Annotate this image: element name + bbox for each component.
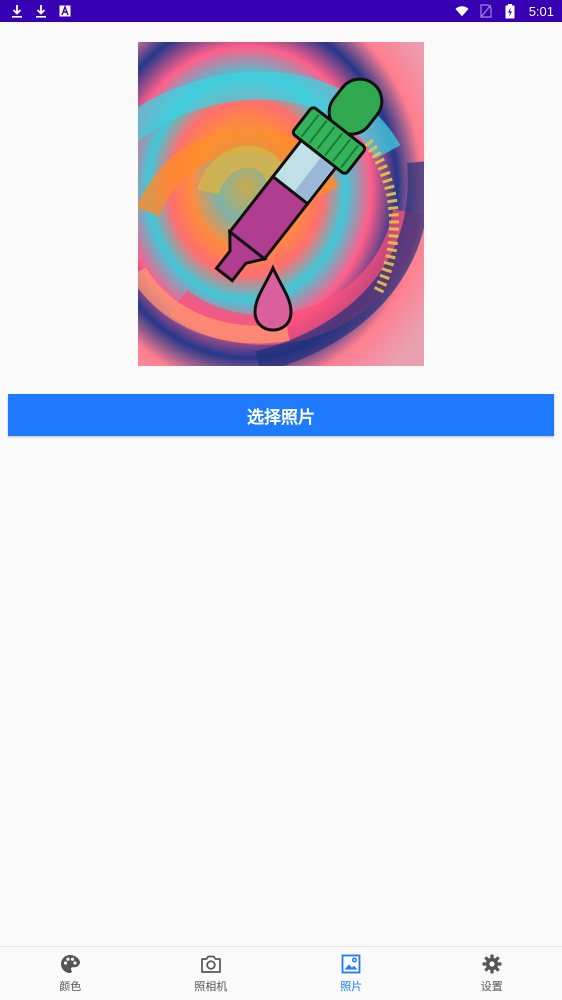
wifi-icon	[455, 4, 469, 18]
status-bar-left	[10, 4, 72, 18]
palette-icon	[59, 953, 81, 975]
download-icon	[34, 4, 48, 18]
font-a-icon	[58, 4, 72, 18]
nav-label-colors: 颜色	[59, 980, 82, 993]
image-icon	[340, 953, 362, 975]
battery-charging-icon	[503, 3, 517, 18]
select-photo-button[interactable]: 选择照片	[8, 394, 554, 436]
nav-item-colors[interactable]: 颜色	[0, 947, 141, 1000]
nav-item-settings[interactable]: 设置	[422, 947, 562, 1000]
gear-icon	[481, 953, 503, 975]
nav-label-photos: 照片	[340, 980, 363, 993]
download-icon	[10, 4, 24, 18]
status-time: 5:01	[528, 3, 554, 19]
nav-item-photos[interactable]: 照片	[281, 947, 422, 1000]
status-bar-right: 5:01	[455, 3, 554, 19]
nav-label-settings: 设置	[480, 980, 503, 993]
color-dropper-image	[138, 42, 424, 366]
status-bar: 5:01	[0, 0, 562, 22]
app-screen: 5:01 选择照片 颜色 照相机 照片 设置	[0, 0, 562, 1000]
nav-label-camera: 照相机	[194, 980, 228, 993]
bottom-nav: 颜色 照相机 照片 设置	[0, 946, 562, 1000]
no-sim-icon	[479, 4, 493, 18]
nav-item-camera[interactable]: 照相机	[141, 947, 282, 1000]
camera-icon	[200, 953, 222, 975]
